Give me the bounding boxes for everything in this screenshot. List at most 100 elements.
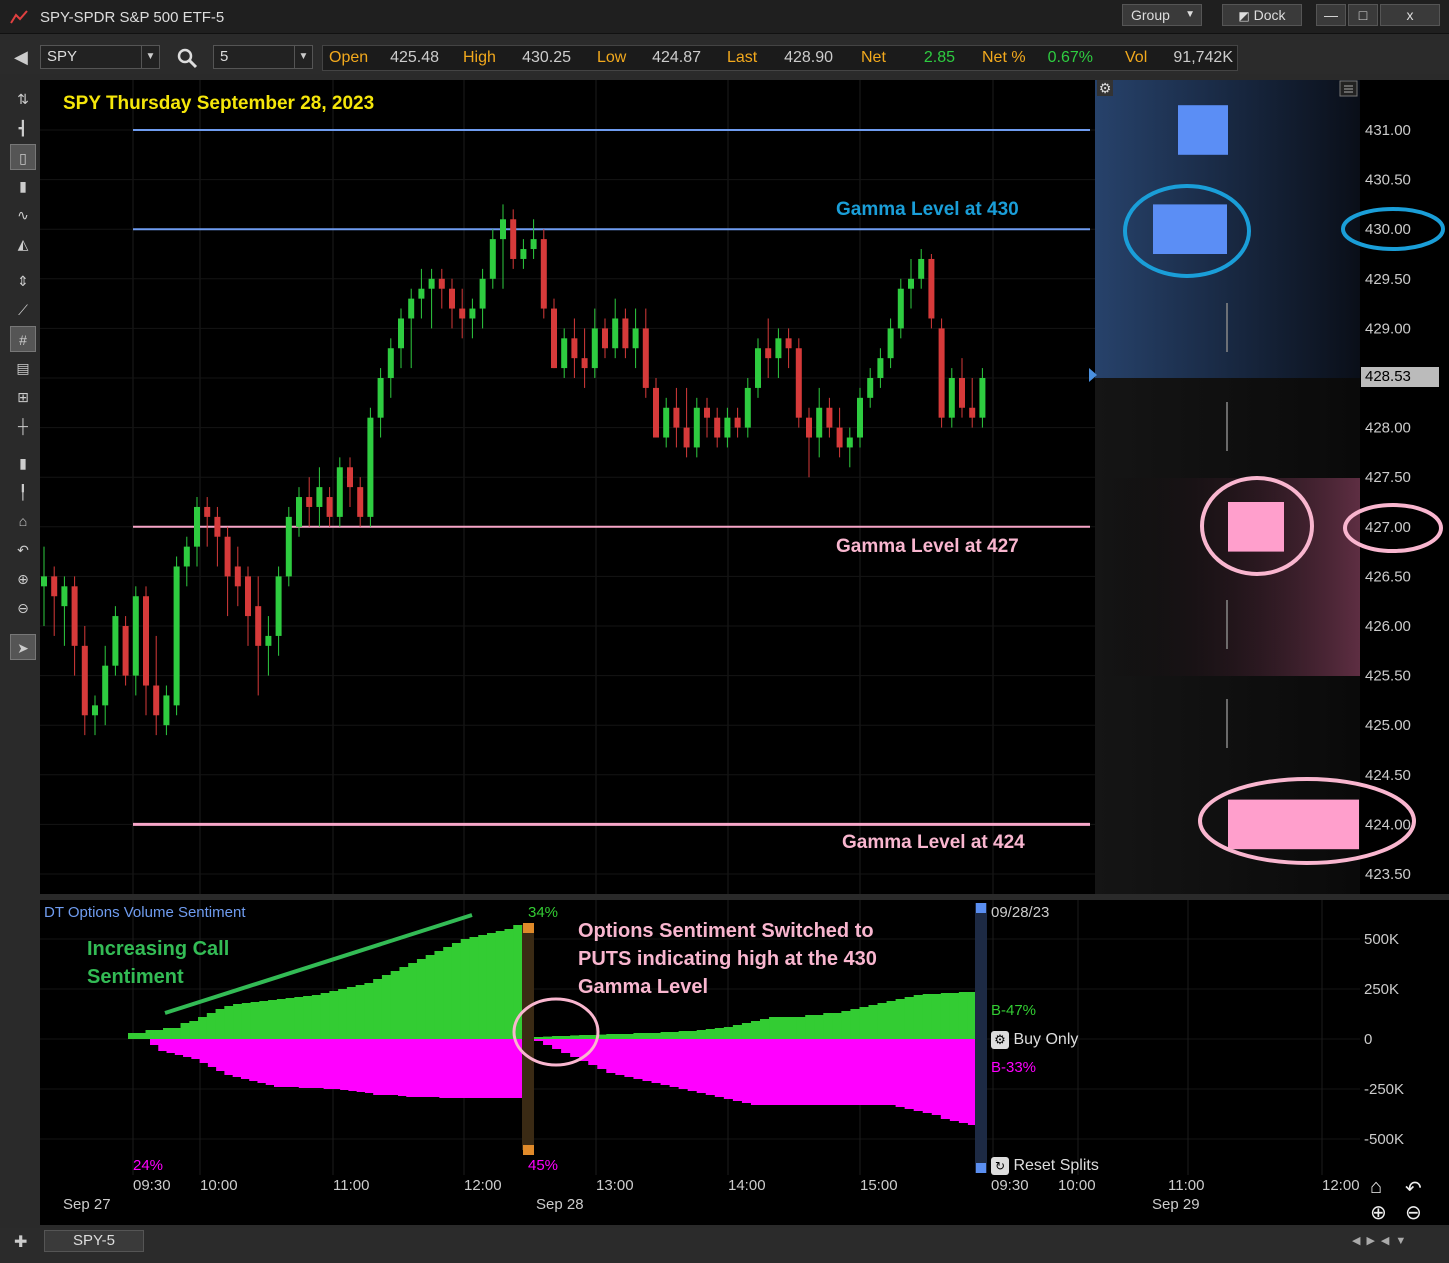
candle-body — [336, 467, 343, 517]
candle-body — [887, 328, 894, 359]
call-bar — [355, 985, 365, 1039]
put-bar — [561, 1039, 571, 1053]
candle-body — [418, 288, 425, 299]
put-bar — [356, 1039, 366, 1092]
candle-body — [775, 338, 782, 359]
put-bar — [633, 1039, 643, 1079]
candle-body — [398, 318, 404, 349]
put-bar — [257, 1039, 267, 1083]
call-bar — [206, 1013, 217, 1039]
date-marker-top[interactable] — [976, 903, 986, 913]
buy-only-button[interactable]: ⚙ Buy Only — [991, 1031, 1078, 1049]
call-bar — [180, 1023, 190, 1039]
sell-pct-label: B-33% — [991, 1059, 1037, 1076]
candle-body — [183, 546, 190, 567]
put-bar — [298, 1039, 308, 1088]
undo-icon[interactable]: ↶ — [1405, 1176, 1422, 1201]
candle-body — [836, 427, 843, 448]
call-bar — [224, 1006, 234, 1039]
call-bar — [189, 1021, 199, 1039]
put-bar — [340, 1039, 349, 1090]
sentiment-tick-label: -250K — [1364, 1081, 1404, 1098]
zoom-out-icon[interactable]: ⊖ — [1405, 1200, 1422, 1225]
put-bar — [274, 1039, 283, 1087]
sentiment-title: DT Options Volume Sentiment — [44, 904, 246, 921]
candle-body — [857, 397, 863, 438]
candle-body — [622, 318, 629, 349]
put-bar — [805, 1039, 815, 1105]
tab-spy-5[interactable]: SPY-5 — [44, 1230, 144, 1252]
put-bar — [651, 1039, 662, 1083]
put-bar — [265, 1039, 275, 1085]
split-marker-bottom[interactable] — [523, 1145, 534, 1155]
price-tick-label: 429.50 — [1365, 271, 1411, 288]
put-bar — [760, 1039, 770, 1105]
put-bar — [958, 1039, 969, 1123]
call-bar — [163, 1028, 173, 1039]
call-bar — [787, 1017, 797, 1039]
date-marker-bottom[interactable] — [976, 1163, 986, 1173]
put-bar — [931, 1039, 942, 1115]
candle-body — [367, 417, 374, 517]
candle-body — [92, 705, 98, 716]
candle-body — [347, 467, 353, 488]
call-bar — [796, 1017, 806, 1039]
candle-body — [479, 278, 486, 309]
current-price-badge: 428.53 — [1361, 367, 1439, 387]
candle-body — [683, 427, 690, 448]
call-bar — [850, 1009, 860, 1039]
split-marker-top[interactable] — [523, 923, 534, 933]
call-bar — [268, 1000, 278, 1039]
call-bar — [504, 929, 514, 1039]
call-bar — [416, 959, 427, 1039]
split-marker — [522, 925, 534, 1150]
call-bar — [769, 1017, 779, 1039]
put-bar — [497, 1039, 506, 1098]
call-bar — [154, 1030, 164, 1039]
volume-block — [1178, 105, 1228, 155]
candle-body — [143, 596, 149, 686]
switched-line-1: Options Sentiment Switched to — [578, 920, 874, 942]
sentiment-tick-label: 0 — [1364, 1031, 1372, 1048]
put-bar — [406, 1039, 416, 1097]
zoom-in-icon[interactable]: ⊕ — [1370, 1200, 1387, 1225]
candle-body — [408, 298, 415, 319]
candle-body — [61, 586, 68, 607]
candle-body — [234, 566, 241, 587]
candle-body — [500, 219, 506, 240]
call-bar — [381, 975, 392, 1039]
price-tick-label: 427.00 — [1365, 519, 1411, 536]
candle-body — [693, 407, 700, 448]
candle-body — [959, 378, 965, 408]
put-bar — [323, 1039, 333, 1089]
call-bar — [642, 1033, 653, 1039]
put-bar — [422, 1039, 432, 1097]
tab-nav-icons[interactable]: ◀▶◀▼ — [1352, 1234, 1412, 1247]
candle-body — [744, 387, 751, 428]
home-icon[interactable]: ⌂ — [1370, 1176, 1382, 1199]
put-bar — [642, 1039, 653, 1081]
put-bar — [624, 1039, 634, 1077]
candle-body — [571, 338, 578, 359]
put-bar — [464, 1039, 473, 1098]
call-bar — [329, 991, 339, 1039]
put-bar — [570, 1039, 580, 1057]
candle-body — [387, 348, 394, 378]
put-bar — [307, 1039, 316, 1088]
put-bar — [814, 1039, 824, 1105]
call-bar — [390, 971, 400, 1039]
put-bar — [480, 1039, 490, 1098]
candle-body — [520, 249, 527, 259]
call-bar — [805, 1015, 815, 1039]
sentiment-tick-label: 250K — [1364, 981, 1399, 998]
put-bar — [895, 1039, 906, 1107]
reset-splits-button[interactable]: ↻ Reset Splits — [991, 1157, 1099, 1175]
sentiment-tick-label: 500K — [1364, 931, 1399, 948]
price-tick-label: 430.00 — [1365, 221, 1411, 238]
call-bar — [469, 937, 479, 1039]
call-bar — [561, 1036, 571, 1039]
add-tab-icon[interactable]: ✚ — [14, 1232, 27, 1252]
put-bar — [886, 1039, 897, 1105]
chart-canvas[interactable]: 431.00430.50430.00429.50429.00428.50428.… — [0, 0, 1449, 1263]
candle-body — [285, 516, 292, 577]
